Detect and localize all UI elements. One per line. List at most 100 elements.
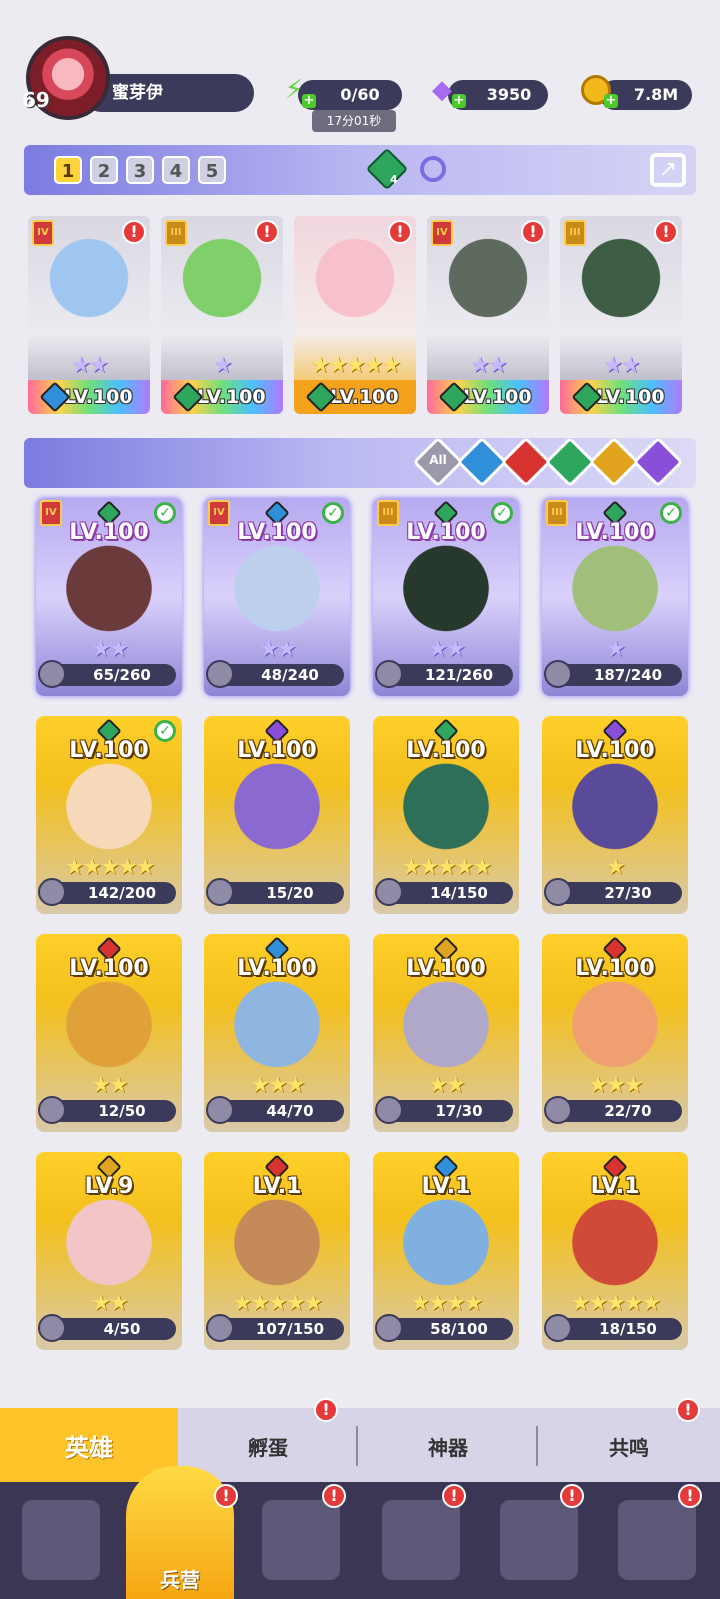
team-tab-4[interactable]: 4	[162, 156, 190, 184]
hero-card[interactable]: IV ✓ LV.100 ★★ 48/240	[204, 498, 350, 696]
player-level: 69	[22, 88, 50, 112]
alert-badge: !	[214, 1484, 238, 1508]
bottom-nav	[0, 1482, 720, 1599]
star-rating: ★★	[71, 353, 108, 378]
fragment-count: 121/260	[424, 666, 494, 684]
fragment-bar: 58/100	[375, 1314, 513, 1342]
fragment-bar: 107/150	[206, 1314, 344, 1342]
energy-timer: 17分01秒	[312, 110, 396, 132]
hero-level: LV.100	[237, 738, 317, 763]
alert-badge: !	[654, 220, 678, 244]
star-rating: ★★★★★	[570, 1291, 662, 1316]
team-hero-card[interactable]: LV.100 ★★ IV!	[427, 216, 549, 414]
hero-portrait	[552, 538, 678, 650]
filter-label: All	[429, 453, 447, 467]
fragment-icon	[544, 1096, 572, 1124]
rank-badge: III	[564, 220, 586, 246]
fragment-count: 187/240	[593, 666, 663, 684]
hero-card[interactable]: LV.100 ★★ 17/30	[373, 934, 519, 1132]
alert-badge: !	[521, 220, 545, 244]
hero-card[interactable]: LV.100 ★★ 12/50	[36, 934, 182, 1132]
hero-level: LV.100	[406, 520, 486, 545]
tab-artifacts[interactable]: 神器	[358, 1408, 538, 1488]
team-hero-card[interactable]: LV.100 ★ III!	[161, 216, 283, 414]
hero-portrait	[214, 1192, 340, 1304]
alert-badge: !	[678, 1484, 702, 1508]
gems-value: 3950	[486, 85, 532, 104]
hero-portrait	[383, 1192, 509, 1304]
hero-level: LV.100	[69, 956, 149, 981]
add-energy-icon[interactable]: +	[302, 94, 316, 108]
castle-icon[interactable]	[382, 1500, 460, 1580]
star-rating: ★★★★★	[310, 353, 402, 378]
fragment-bar: 17/30	[375, 1096, 513, 1124]
map-icon[interactable]	[262, 1500, 340, 1580]
fragment-icon	[375, 1096, 403, 1124]
hero-card[interactable]: III ✓ LV.100 ★★ 121/260	[373, 498, 519, 696]
team-hero-card[interactable]: LV.100 ★★ III!	[560, 216, 682, 414]
star-rating: ★★	[91, 1073, 128, 1098]
fragment-count: 44/70	[266, 1102, 314, 1120]
hero-card[interactable]: LV.100 ★ 27/30	[542, 716, 688, 914]
add-gems-icon[interactable]: +	[452, 94, 466, 108]
alert-badge: !	[255, 220, 279, 244]
hero-level: LV.100	[406, 956, 486, 981]
hero-card[interactable]: LV.100 15/20	[204, 716, 350, 914]
hero-portrait	[441, 230, 535, 350]
star-rating: ★	[606, 855, 626, 880]
fragment-bar: 14/150	[375, 878, 513, 906]
hero-card[interactable]: LV.100 ★★★ 44/70	[204, 934, 350, 1132]
hero-level: LV.1	[252, 1174, 302, 1199]
hero-portrait	[46, 538, 172, 650]
top-bar: 蜜芽伊 69 0/60 ⚡ + 17分01秒 3950 ◆ + 7.8M +	[0, 0, 720, 140]
hero-level: LV.100	[237, 956, 317, 981]
guild-banner-icon[interactable]	[618, 1500, 696, 1580]
team-hero-card[interactable]: LV.100 ★★★★★!	[294, 216, 416, 414]
hero-portrait	[46, 756, 172, 868]
hero-level: LV.100	[64, 386, 133, 408]
hero-level: LV.100	[69, 520, 149, 545]
fragment-count: 14/150	[430, 884, 488, 902]
tab-divider	[356, 1426, 358, 1466]
team-hero-card[interactable]: LV.100 ★★ IV!	[28, 216, 150, 414]
team-bar	[24, 145, 696, 195]
fragment-icon	[544, 1314, 572, 1342]
team-tab-3[interactable]: 3	[126, 156, 154, 184]
star-rating: ★★	[428, 1073, 465, 1098]
hero-card[interactable]: ✓ LV.100 ★★★★★ 142/200	[36, 716, 182, 914]
star-rating: ★★	[91, 637, 128, 662]
hero-portrait	[46, 1192, 172, 1304]
hero-level: LV.9	[84, 1174, 134, 1199]
player-avatar[interactable]: 69	[22, 36, 114, 122]
add-gold-icon[interactable]: +	[604, 94, 618, 108]
gold-value: 7.8M	[633, 85, 679, 104]
search-icon[interactable]	[420, 156, 446, 182]
hero-card[interactable]: LV.100 ★★★ 22/70	[542, 934, 688, 1132]
team-tab-1[interactable]: 1	[54, 156, 82, 184]
hero-card[interactable]: LV.9 ★★ 4/50	[36, 1152, 182, 1350]
hero-card[interactable]: LV.1 ★★★★★ 107/150	[204, 1152, 350, 1350]
team-tab-2[interactable]: 2	[90, 156, 118, 184]
hero-card[interactable]: LV.1 ★★★★★ 18/150	[542, 1152, 688, 1350]
hero-card[interactable]: III ✓ LV.100 ★ 187/240	[542, 498, 688, 696]
hero-card[interactable]: LV.1 ★★★★ 58/100	[373, 1152, 519, 1350]
fragment-count: 18/150	[599, 1320, 657, 1338]
share-icon[interactable]: ↗	[650, 153, 686, 187]
hero-level: LV.100	[330, 386, 399, 408]
fragment-count: 65/260	[93, 666, 151, 684]
hero-portrait	[175, 230, 269, 350]
hero-portrait	[552, 756, 678, 868]
nav-label: 兵营	[160, 1568, 200, 1592]
hero-card[interactable]: LV.100 ★★★★★ 14/150	[373, 716, 519, 914]
hero-level: LV.1	[421, 1174, 471, 1199]
cards-icon[interactable]	[22, 1500, 100, 1580]
team-tab-5[interactable]: 5	[198, 156, 226, 184]
hero-card[interactable]: IV ✓ LV.100 ★★ 65/260	[36, 498, 182, 696]
star-rating: ★★★	[250, 1073, 305, 1098]
mushroom-icon[interactable]	[500, 1500, 578, 1580]
fragment-count: 48/240	[261, 666, 319, 684]
fragment-count: 12/50	[98, 1102, 146, 1120]
fragment-count: 142/200	[87, 884, 157, 902]
hero-level: LV.100	[463, 386, 532, 408]
fragment-icon	[206, 660, 234, 688]
